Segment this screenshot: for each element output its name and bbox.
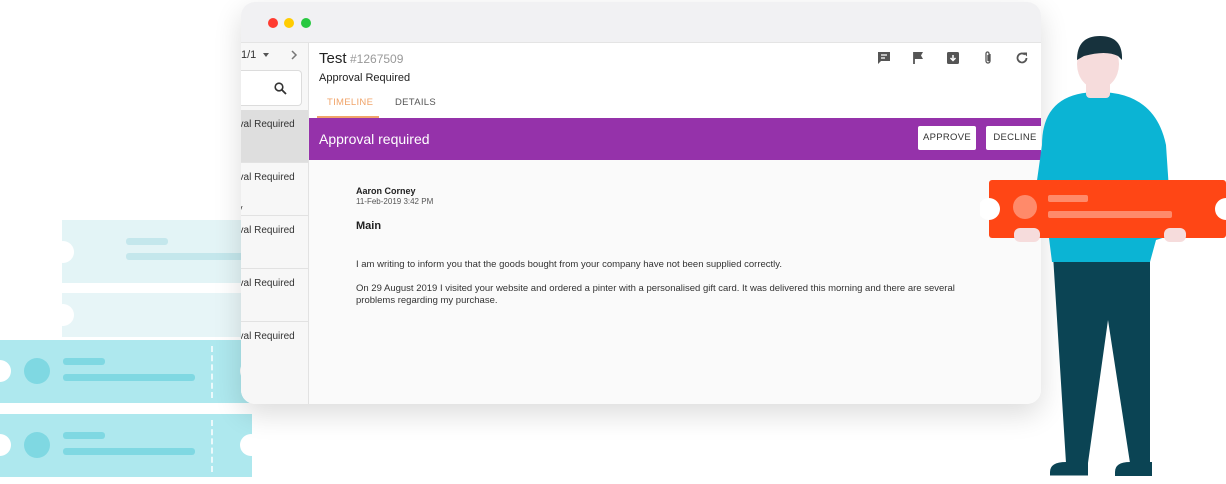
list-item-label: oval Required [241,119,295,130]
decor-ticket-faded-1 [62,220,252,283]
message-date: 11-Feb-2019 3:42 PM [356,197,434,206]
approve-button[interactable]: APPROVE [918,126,976,150]
ticket-status: Approval Required [319,72,411,84]
pager-label: 1/1 [241,49,257,61]
comment-icon[interactable] [876,50,892,66]
list-item-label: oval Required [241,278,295,289]
ticket-title: Test [319,50,347,67]
minimize-window-dot[interactable] [284,18,294,28]
list-item[interactable]: oval Required [241,110,308,163]
chevron-right-icon[interactable] [289,49,299,61]
person-illustration [980,36,1226,477]
list-item[interactable]: oval Required [241,322,308,374]
message-panel: Aaron Corney 11-Feb-2019 3:42 PM Main I … [309,160,1041,404]
message-paragraph: I am writing to inform you that the good… [356,259,782,270]
approval-banner-text: Approval required [319,131,430,147]
ticket-list-sidebar: 1/1 oval Required oval Required y oval Re… [241,43,309,404]
flag-icon[interactable] [911,50,927,66]
decor-ticket-cyan-2 [0,414,252,477]
search-icon[interactable] [274,82,287,95]
list-item[interactable]: oval Required [241,269,308,322]
message-author: Aaron Corney [356,186,416,196]
approval-banner: Approval required APPROVE DECLINE [309,118,1041,160]
title-bar [241,2,1041,43]
decor-ticket-cyan-1 [0,340,252,403]
tab-details[interactable]: DETAILS [395,97,436,108]
list-item[interactable]: oval Required [241,216,308,269]
archive-icon[interactable] [945,50,961,66]
message-subject: Main [356,220,382,232]
pager-dropdown-icon[interactable] [263,53,269,57]
message-paragraph: On 29 August 2019 I visited your website… [356,283,955,306]
maximize-window-dot[interactable] [301,18,311,28]
list-item-label: oval Required [241,331,295,342]
search-input[interactable] [241,70,302,106]
decor-ticket-faded-2 [62,293,252,337]
list-item-label: oval Required [241,172,295,183]
ticket-id: #1267509 [350,52,404,66]
close-window-dot[interactable] [268,18,278,28]
list-item-label: oval Required [241,225,295,236]
app-window: 1/1 oval Required oval Required y oval Re… [241,2,1041,404]
list-item-extra: y [241,203,243,213]
list-item[interactable]: oval Required y [241,163,308,216]
tab-timeline[interactable]: TIMELINE [327,97,373,108]
